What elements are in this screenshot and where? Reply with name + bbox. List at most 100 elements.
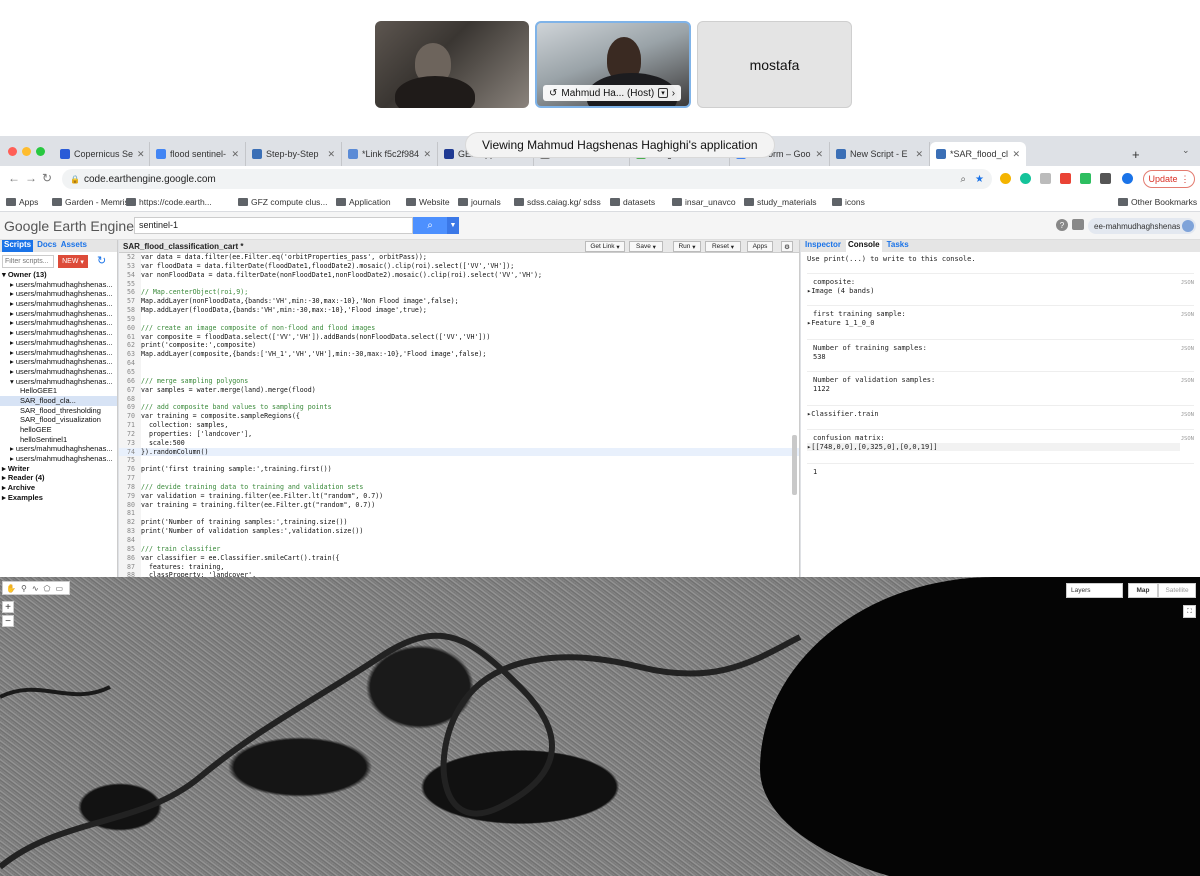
bookmark-item[interactable]: icons	[832, 197, 865, 207]
tab-assets[interactable]: Assets	[61, 240, 87, 252]
script-tree-item[interactable]: ▸ users/mahmudhaghshenas...	[0, 309, 117, 319]
script-tree-item[interactable]: ▸ Writer	[0, 464, 117, 474]
script-tree-item[interactable]: ▸ users/mahmudhaghshenas...	[0, 454, 117, 464]
bookmark-item[interactable]: Apps	[6, 197, 38, 207]
get-link-button[interactable]: Get Link ▾	[585, 241, 625, 252]
script-tree-item[interactable]: ▸ users/mahmudhaghshenas...	[0, 328, 117, 338]
search-button[interactable]: ⌕	[413, 217, 447, 234]
script-tree-item[interactable]: ▸ users/mahmudhaghshenas...	[0, 367, 117, 377]
bookmark-item[interactable]: GFZ compute clus...	[238, 197, 328, 207]
rectangle-tool-icon[interactable]: ▭	[55, 584, 63, 593]
close-tab-icon[interactable]: ✕	[327, 149, 335, 160]
bookmark-item[interactable]: sdss.caiag.kg/ sdss	[514, 197, 601, 207]
script-tree-item[interactable]: ▸ users/mahmudhaghshenas...	[0, 299, 117, 309]
bookmark-item[interactable]: journals	[458, 197, 501, 207]
json-link[interactable]: JSON	[1181, 412, 1194, 418]
other-bookmarks[interactable]: Other Bookmarks	[1118, 197, 1197, 207]
browser-tab[interactable]: New Script - E ✕	[830, 142, 930, 166]
search-dropdown-icon[interactable]: ▼	[447, 217, 459, 234]
apps-button[interactable]: Apps	[747, 241, 773, 252]
script-tree-item[interactable]: HelloGEE1	[0, 386, 117, 396]
run-button[interactable]: Run ▾	[673, 241, 701, 252]
tab-inspector[interactable]: Inspector	[805, 240, 841, 252]
json-link[interactable]: JSON	[1181, 436, 1194, 442]
bookmark-star-icon[interactable]: ★	[975, 174, 984, 185]
zoom-icon[interactable]: ⌕	[960, 174, 966, 185]
extension-drive-icon[interactable]	[1000, 173, 1011, 184]
map-type-button[interactable]: Map	[1128, 583, 1158, 598]
editor-scrollbar[interactable]	[792, 435, 797, 495]
json-link[interactable]: JSON	[1181, 280, 1194, 286]
json-link[interactable]: JSON	[1181, 346, 1194, 352]
browser-tab[interactable]: Step-by-Step ✕	[246, 142, 342, 166]
zoom-out-button[interactable]: −	[2, 615, 14, 627]
reload-icon[interactable]: ↻	[42, 171, 52, 185]
new-script-button[interactable]: NEW ▾	[58, 255, 88, 268]
layers-button[interactable]: Layers	[1066, 583, 1123, 598]
polygon-tool-icon[interactable]: ⬠	[44, 584, 51, 593]
bookmark-item[interactable]: datasets	[610, 197, 655, 207]
console-entry-value[interactable]: ▸[[748,0,0],[0,325,0],[0,0,19]]	[807, 443, 1180, 451]
save-button[interactable]: Save ▾	[629, 241, 663, 252]
gee-logo[interactable]: Google Earth Engine	[4, 218, 134, 234]
close-tab-icon[interactable]: ✕	[423, 149, 431, 160]
browser-tab[interactable]: flood sentinel- ✕	[150, 142, 246, 166]
script-tree-item[interactable]: ▾ Owner (13)	[0, 270, 117, 280]
update-button[interactable]: Update ⋮	[1143, 170, 1195, 188]
bookmark-item[interactable]: insar_unavco	[672, 197, 736, 207]
help-icon[interactable]: ?	[1056, 219, 1068, 231]
feedback-icon[interactable]	[1072, 219, 1084, 230]
browser-tab[interactable]: Copernicus Se ✕	[54, 142, 150, 166]
browser-tab[interactable]: *Link f5c2f984 ✕	[342, 142, 438, 166]
participant-video-host[interactable]: ↺ Mahmud Ha... (Host) ▾ ›	[535, 21, 691, 108]
extension-google-icon[interactable]	[1060, 173, 1071, 184]
reset-button[interactable]: Reset ▾	[705, 241, 741, 252]
close-tab-icon[interactable]: ✕	[231, 149, 239, 160]
script-tree-item[interactable]: helloSentinel1	[0, 435, 117, 445]
code-area[interactable]: 52 var data = data.filter(ee.Filter.eq('o…	[119, 253, 799, 577]
line-tool-icon[interactable]: ∿	[32, 584, 39, 593]
maximize-window-icon[interactable]	[36, 147, 45, 156]
back-icon[interactable]: ←	[8, 171, 20, 185]
new-tab-button[interactable]: +	[1126, 142, 1146, 166]
json-link[interactable]: JSON	[1181, 378, 1194, 384]
bookmark-item[interactable]: https://code.earth...	[126, 197, 212, 207]
tab-console[interactable]: Console	[846, 240, 882, 252]
tab-docs[interactable]: Docs	[37, 240, 57, 252]
browser-tab[interactable]: *SAR_flood_cl ✕	[930, 142, 1026, 166]
script-tree-item[interactable]: ▸ Examples	[0, 493, 117, 503]
refresh-icon[interactable]: ↻	[97, 254, 106, 267]
tab-tasks[interactable]: Tasks	[887, 240, 909, 252]
extensions-puzzle-icon[interactable]	[1100, 173, 1111, 184]
tab-search-icon[interactable]: ⌄	[1182, 145, 1190, 156]
script-tree-item[interactable]: ▸ users/mahmudhaghshenas...	[0, 289, 117, 299]
tab-scripts[interactable]: Scripts	[2, 240, 34, 252]
forward-icon[interactable]: →	[25, 171, 37, 185]
satellite-type-button[interactable]: Satellite	[1158, 583, 1196, 598]
script-tree-item[interactable]: SAR_flood_visualization	[0, 415, 117, 425]
search-input[interactable]: sentinel-1	[134, 217, 413, 234]
fullscreen-icon[interactable]: ⛶	[1183, 605, 1196, 618]
participant-name-tile[interactable]: mostafa	[697, 21, 852, 108]
filter-scripts-input[interactable]	[2, 255, 54, 268]
participant-video-1[interactable]	[375, 21, 529, 108]
close-tab-icon[interactable]: ✕	[915, 149, 923, 160]
script-tree-item[interactable]: ▾ users/mahmudhaghshenas...	[0, 377, 117, 387]
zoom-in-button[interactable]: +	[2, 601, 14, 613]
bookmark-item[interactable]: Website	[406, 197, 450, 207]
extension-grammarly-icon[interactable]	[1020, 173, 1031, 184]
script-tree-item[interactable]: ▸ users/mahmudhaghshenas...	[0, 348, 117, 358]
json-link[interactable]: JSON	[1181, 312, 1194, 318]
close-tab-icon[interactable]: ✕	[137, 149, 145, 160]
bookmark-item[interactable]: Garden - Memrise	[52, 197, 134, 207]
script-tree-item[interactable]: SAR_flood_thresholding	[0, 406, 117, 416]
close-tab-icon[interactable]: ✕	[815, 149, 823, 160]
url-field[interactable]: 🔒 code.earthengine.google.com ⌕ ★	[62, 169, 992, 189]
console-entry-value[interactable]: ▸Image (4 bands)	[807, 287, 874, 295]
script-tree-item[interactable]: ▸ Archive	[0, 483, 117, 493]
console-entry-label[interactable]: ▸Classifier.train	[807, 410, 879, 418]
settings-gear-icon[interactable]: ⚙	[781, 241, 793, 252]
script-tree-item[interactable]: ▸ users/mahmudhaghshenas...	[0, 338, 117, 348]
script-tree-item[interactable]: ▸ Reader (4)	[0, 473, 117, 483]
script-tree-item[interactable]: ▸ users/mahmudhaghshenas...	[0, 444, 117, 454]
